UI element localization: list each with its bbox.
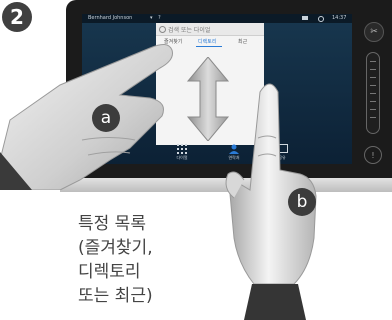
share-button[interactable]: 공유 (272, 142, 292, 164)
caption-line-4: 또는 최근) (78, 286, 153, 306)
callout-b: b (288, 188, 316, 216)
tab-directory[interactable]: 디렉토리 (198, 38, 216, 45)
keypad-label: 다이얼 (176, 155, 188, 160)
search-placeholder: 검색 또는 다이얼 (168, 27, 211, 34)
volume-tick (370, 77, 376, 78)
step-number-badge: 2 (2, 2, 32, 32)
contacts-icon (229, 144, 239, 154)
share-icon (276, 144, 288, 153)
camera-icon[interactable] (302, 16, 308, 20)
caption-line-3: 디렉토리 (78, 262, 141, 282)
share-label: 공유 (278, 155, 286, 160)
volume-tick (370, 109, 376, 110)
volume-tick (370, 61, 376, 62)
volume-slider[interactable] (366, 52, 380, 134)
bottom-toolbar: 다이얼 연락처 공유 (172, 142, 292, 164)
callout-a: a (92, 104, 120, 132)
active-tab-indicator (196, 46, 222, 47)
tab-recent[interactable]: 최근 (238, 38, 247, 45)
keypad-icon (177, 144, 187, 154)
volume-tick (370, 85, 376, 86)
side-help-button[interactable]: ! (364, 146, 382, 164)
caption-line-1: 특정 목록 (78, 214, 146, 234)
volume-tick (370, 101, 376, 102)
device-side-controls: ✂ ! (360, 12, 386, 168)
help-icon[interactable]: ? (158, 15, 161, 21)
contacts-label: 연락처 (228, 155, 240, 160)
contact-tabs: 즐겨찾기 디렉토리 최근 (156, 36, 264, 47)
user-menu-caret-icon[interactable]: ▾ (150, 15, 153, 21)
mute-mic-button[interactable]: ✂ (364, 22, 384, 42)
keypad-button[interactable]: 다이얼 (172, 142, 192, 164)
mute-mic-icon: ✂ (370, 27, 378, 37)
contacts-panel: 검색 또는 다이얼 즐겨찾기 디렉토리 최근 (156, 23, 264, 145)
alert-icon: ! (371, 150, 375, 160)
user-name[interactable]: Bernhard Johnson (88, 15, 132, 21)
search-icon (159, 26, 166, 33)
tab-favorites[interactable]: 즐겨찾기 (164, 38, 182, 45)
instruction-caption: 특정 목록 (즐겨찾기, 디렉토리 또는 최근) (78, 212, 228, 308)
volume-tick (370, 69, 376, 70)
selfview-icon[interactable] (318, 16, 324, 22)
contacts-button[interactable]: 연락처 (224, 142, 244, 164)
clock: 14:37 (332, 15, 347, 21)
top-status-bar: Bernhard Johnson ▾ ? 14:37 (82, 14, 352, 23)
device-bezel-lower (60, 178, 392, 192)
caption-line-2: (즐겨찾기, (78, 238, 153, 258)
search-field[interactable]: 검색 또는 다이얼 (156, 23, 264, 36)
touch-screen[interactable]: Bernhard Johnson ▾ ? 14:37 검색 또는 다이얼 즐겨찾… (82, 14, 352, 164)
volume-tick (370, 93, 376, 94)
volume-tick (370, 117, 376, 118)
scroll-up-down-arrow-icon (186, 57, 230, 141)
